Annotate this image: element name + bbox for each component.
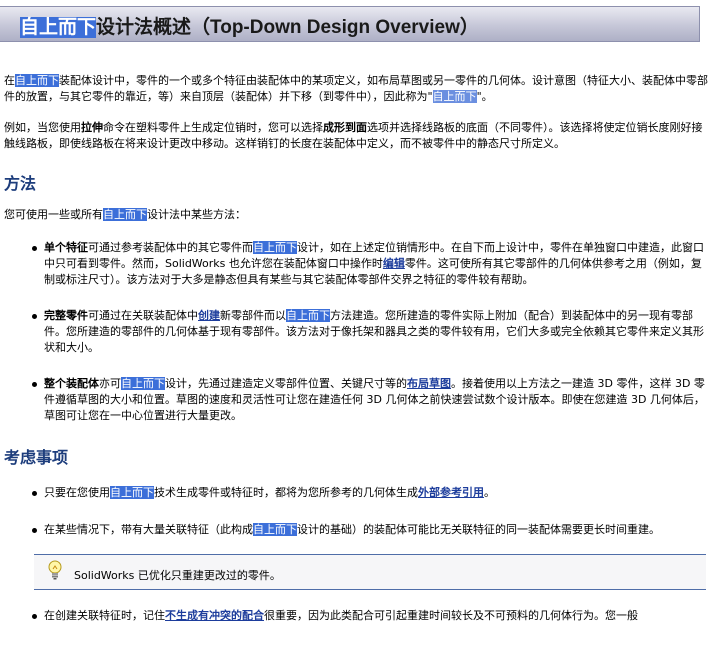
term-up-to-surface: 成形到面	[323, 121, 367, 134]
page-title: 自上而下设计法概述（Top-Down Design Overview）	[0, 6, 700, 42]
search-highlight: 自上而下	[110, 486, 154, 499]
external-references-link[interactable]: 外部参考引用	[418, 486, 484, 499]
list-item: 单个特征可通过参考装配体中的其它零件而自上而下设计，如在上述定位销情形中。在自下…	[4, 240, 710, 288]
list-item: 只要在您使用自上而下技术生成零件或特征时，都将为您所参考的几何体生成外部参考引用…	[4, 485, 710, 501]
note-box: SolidWorks 已优化只重建更改过的零件。	[34, 554, 706, 590]
search-highlight: 自上而下	[253, 523, 297, 536]
considerations-list: 只要在您使用自上而下技术生成零件或特征时，都将为您所参考的几何体生成外部参考引用…	[4, 485, 710, 538]
search-highlight: 自上而下	[121, 377, 165, 390]
list-item: 整个装配体亦可自上而下设计，先通过建造定义零部件位置、关键尺寸等的布局草图。接着…	[4, 376, 710, 424]
intro-paragraph: 在自上而下装配体设计中，零件的一个或多个特征由装配体中的某项定义，如布局草图或另…	[4, 74, 708, 103]
example-paragraph: 例如，当您使用拉伸命令在塑料零件上生成定位销时，您可以选择成形到面选项并选择线路…	[4, 121, 703, 150]
search-highlight: 自上而下	[432, 90, 477, 103]
list-item: 在某些情况下，带有大量关联特征（此构成自上而下设计的基础）的装配体可能比无关联特…	[4, 522, 710, 538]
conflicting-mates-link[interactable]: 不生成有冲突的配合	[165, 609, 264, 622]
search-highlight: 自上而下	[253, 241, 297, 254]
layout-sketch-link[interactable]: 布局草图	[407, 377, 451, 390]
methods-intro: 您可使用一些或所有自上而下设计法中某些方法：	[4, 208, 246, 221]
title-highlight: 自上而下	[20, 17, 97, 38]
lightbulb-icon	[48, 560, 62, 580]
search-highlight: 自上而下	[286, 309, 330, 322]
search-highlight: 自上而下	[103, 208, 147, 221]
term-extrude: 拉伸	[81, 121, 103, 134]
title-text: 设计法概述（Top-Down Design Overview）	[96, 17, 479, 38]
note-text: SolidWorks 已优化只重建更改过的零件。	[74, 569, 281, 582]
considerations-list-continued: 在创建关联特征时，记住不生成有冲突的配合很重要，因为此类配合可引起重建时间较长及…	[4, 608, 710, 624]
create-link[interactable]: 创建	[198, 309, 220, 322]
search-highlight: 自上而下	[15, 74, 59, 87]
document-body: 在自上而下装配体设计中，零件的一个或多个特征由装配体中的某项定义，如布局草图或另…	[0, 73, 716, 624]
list-item: 完整零件可通过在关联装配体中创建新零部件而以自上而下方法建造。您所建造的零件实际…	[4, 308, 710, 356]
list-item: 在创建关联特征时，记住不生成有冲突的配合很重要，因为此类配合可引起重建时间较长及…	[4, 608, 710, 624]
methods-list: 单个特征可通过参考装配体中的其它零件而自上而下设计，如在上述定位销情形中。在自下…	[4, 240, 710, 424]
section-heading-methods: 方法	[4, 176, 37, 193]
section-heading-considerations: 考虑事项	[4, 450, 69, 467]
edit-link[interactable]: 编辑	[383, 257, 405, 270]
